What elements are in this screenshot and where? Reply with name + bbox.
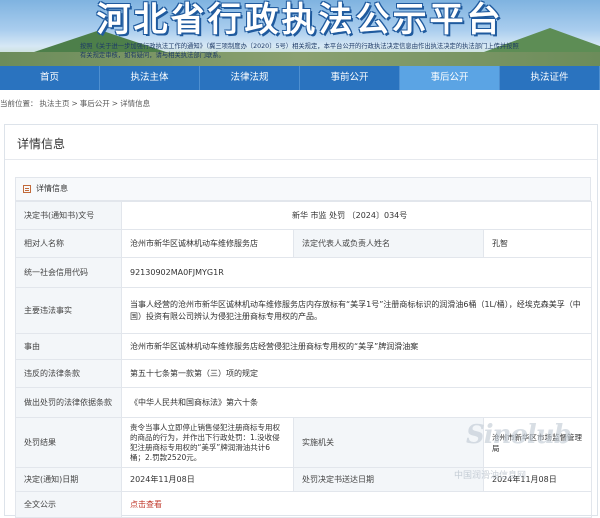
breadcrumb-current: 详情信息 [120,99,151,108]
table-row: 事由 沧州市新华区诚林机动车维修服务店经营侵犯注册商标专用权的“美孚”牌润滑油案 [15,333,593,360]
breadcrumb-prefix: 当前位置： [0,99,38,108]
detail-table: 决定书(通知书)文号 新华 市监 处罚 〔2024〕034号 相对人名称 沧州市… [15,201,593,518]
table-row: 违反的法律条款 第五十七条第一款第（三）项的规定 [15,359,593,388]
nav-item-post-disclosure[interactable]: 事后公开 [400,66,500,90]
breadcrumb-separator: > [111,99,119,108]
site-title: 河北省行政执法公示平台 [96,0,504,40]
label-cause: 事由 [15,333,122,360]
value-credit-code: 92130902MA0FJMYG1R [120,257,593,288]
nav-item-home[interactable]: 首页 [0,66,100,90]
nav-item-pre-disclosure[interactable]: 事前公开 [300,66,400,90]
label-violated-clause: 违反的法律条款 [15,359,122,388]
header-banner: 河北省行政执法公示平台 按照《关于进一步加强行政执法工作的通知》（冀三项制度办〔… [0,0,600,66]
table-row: 决定书(通知书)文号 新华 市监 处罚 〔2024〕034号 [15,201,593,230]
label-party-name: 相对人名称 [15,229,122,258]
table-row: 处罚结果 责令当事人立即停止销售侵犯注册商标专用权的商品的行为，并作出下行政处罚… [15,417,593,468]
banner-notice: 按照《关于进一步加强行政执法工作的通知》（冀三项制度办〔2020〕5号）相关规定… [80,43,519,59]
label-legal-representative: 法定代表人或负责人姓名 [293,229,484,258]
value-enforcement-agency: 沧州市新华区市场监督管理局 [482,417,593,468]
label-full-text: 全文公示 [15,491,122,518]
label-main-facts: 主要违法事实 [15,287,122,334]
breadcrumb-link-home[interactable]: 执法主页 [40,99,70,108]
section-header: 详情信息 [15,177,591,201]
value-doc-number: 新华 市监 处罚 〔2024〕034号 [120,201,593,230]
table-row: 主要违法事实 当事人经营的沧州市新华区诚林机动车维修服务店内存放标有“美孚1号”… [15,287,593,334]
table-row: 全文公示 点击查看 [15,491,593,518]
value-penalty-basis: 《中华人民共和国商标法》第六十条 [120,387,593,418]
breadcrumb-link-post-disclosure[interactable]: 事后公开 [80,99,110,108]
full-text-cell: 点击查看 [120,491,593,518]
breadcrumb: 当前位置： 执法主页 > 事后公开 > 详情信息 [0,98,152,109]
label-penalty-basis: 做出处罚的法律依据条款 [15,387,122,418]
section-label: 详情信息 [36,184,68,193]
table-row: 决定(通知)日期 2024年11月08日 处罚决定书送达日期 2024年11月0… [15,467,593,492]
value-party-name: 沧州市新华区诚林机动车维修服务店 [121,229,294,258]
nav-item-certificates[interactable]: 执法证件 [500,66,600,90]
page-title: 详情信息 [17,137,66,151]
nav-item-enforcement-subject[interactable]: 执法主体 [100,66,200,90]
value-delivery-date: 2024年11月08日 [482,467,593,492]
detail-card: 详情信息 详情信息 决定书(通知书)文号 新华 市监 处罚 〔2024〕034号… [4,124,598,518]
label-credit-code: 统一社会信用代码 [15,257,122,288]
document-icon [23,185,31,193]
table-row: 统一社会信用代码 92130902MA0FJMYG1R [15,257,593,288]
label-delivery-date: 处罚决定书送达日期 [293,467,484,492]
table-row: 相对人名称 沧州市新华区诚林机动车维修服务店 法定代表人或负责人姓名 孔智 [15,229,593,258]
label-decision-date: 决定(通知)日期 [15,467,122,492]
value-main-facts: 当事人经营的沧州市新华区诚林机动车维修服务店内存放标有“美孚1号”注册商标标识的… [120,287,593,334]
value-legal-representative: 孔智 [482,229,593,258]
table-row: 做出处罚的法律依据条款 《中华人民共和国商标法》第六十条 [15,387,593,418]
nav-item-laws[interactable]: 法律法规 [200,66,300,90]
value-penalty-result: 责令当事人立即停止销售侵犯注册商标专用权的商品的行为，并作出下行政处罚：1.没收… [121,417,294,468]
main-nav: 首页 执法主体 法律法规 事前公开 事后公开 执法证件 [0,66,600,90]
label-enforcement-agency: 实施机关 [293,417,484,468]
view-full-text-link[interactable]: 点击查看 [130,500,162,509]
breadcrumb-separator: > [71,99,78,108]
label-penalty-result: 处罚结果 [15,417,122,468]
value-cause: 沧州市新华区诚林机动车维修服务店经营侵犯注册商标专用权的“美孚”牌润滑油案 [120,333,593,360]
title-divider [5,159,597,160]
label-doc-number: 决定书(通知书)文号 [15,201,122,230]
value-violated-clause: 第五十七条第一款第（三）项的规定 [120,359,593,388]
value-decision-date: 2024年11月08日 [121,467,294,492]
